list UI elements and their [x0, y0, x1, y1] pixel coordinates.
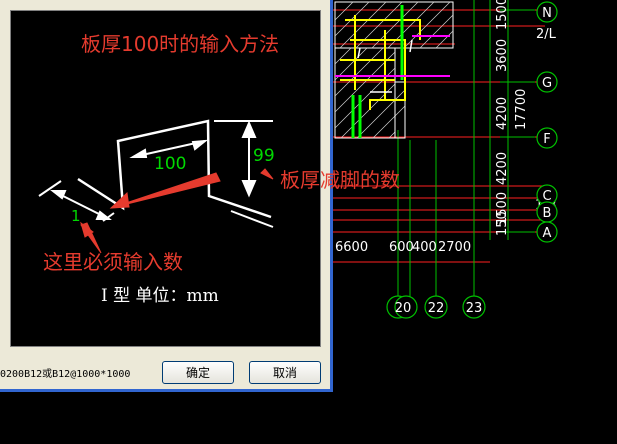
magenta-lines	[335, 35, 450, 77]
dim-text: 600	[389, 240, 414, 255]
green-axis-lines	[397, 0, 535, 300]
dim-thickness-label: 99	[253, 146, 275, 166]
rebar-preview-panel: 100 99 1 I 型 单位：mm	[10, 10, 321, 347]
axis-label: 2/L	[536, 27, 557, 42]
dim-text: 1500	[495, 0, 510, 30]
axis-bubble-23: 23	[462, 295, 486, 319]
axis-bubble-22: 22	[424, 295, 448, 319]
ok-button[interactable]: 确定	[162, 361, 234, 384]
axis-bubble-label: 23	[466, 301, 483, 316]
axis-bubble-label: G	[542, 76, 552, 91]
axis-bubble-A: A	[536, 221, 558, 243]
dim-text: 6600	[335, 240, 368, 255]
axis-bubble-label: N	[542, 6, 552, 21]
axis-bubbles-bottom: 20 22 23	[386, 295, 486, 319]
cancel-button[interactable]: 取消	[249, 361, 321, 384]
dim-text: 4200	[495, 97, 510, 130]
dim-text: 17700	[514, 89, 529, 130]
axis-bubble-20: 20	[394, 295, 418, 319]
axis-bubble-label: 20	[395, 301, 412, 316]
dim-text: 3600	[495, 39, 510, 72]
axis-bubble-F: F	[536, 127, 558, 149]
dim-horizontal-texts: 6600 600 400 2700	[335, 240, 471, 255]
axis-bubble-label: A	[543, 226, 552, 241]
foot-callout-annotation: 板厚减脚的数	[280, 168, 400, 192]
axis-bubble-label: 22	[428, 301, 445, 316]
dim-text: 400	[412, 240, 437, 255]
dim-text: 150	[495, 211, 510, 236]
heading-annotation: 板厚100时的输入方法	[81, 32, 280, 56]
axis-bubble-G: G	[536, 71, 558, 93]
dim-foot-label: 1	[71, 207, 81, 225]
required-callout-annotation: 这里必须输入数	[43, 250, 183, 274]
axis-bubble-label: B	[543, 206, 552, 221]
dim-length-label: 100	[154, 154, 186, 174]
axis-bubble-N: N	[536, 1, 558, 23]
axis-bubble-B: B	[536, 201, 558, 223]
dim-text: 2700	[438, 240, 471, 255]
rebar-shape-diagram: 100 99 1 I 型 单位：mm	[38, 119, 275, 306]
rebar-spec-text: 0200B12或B12@1000*1000	[0, 369, 131, 380]
dim-vertical-texts: 3600 1500 4200 17700 4200 1500 150	[495, 0, 529, 236]
axis-bubble-label: F	[543, 132, 550, 147]
dim-text: 4200	[495, 152, 510, 185]
rebar-input-dialog: 100 99 1 I 型 单位：mm 0200B12或B12@1000*1000…	[0, 0, 333, 392]
type-unit-label: I 型 单位：mm	[101, 286, 219, 306]
